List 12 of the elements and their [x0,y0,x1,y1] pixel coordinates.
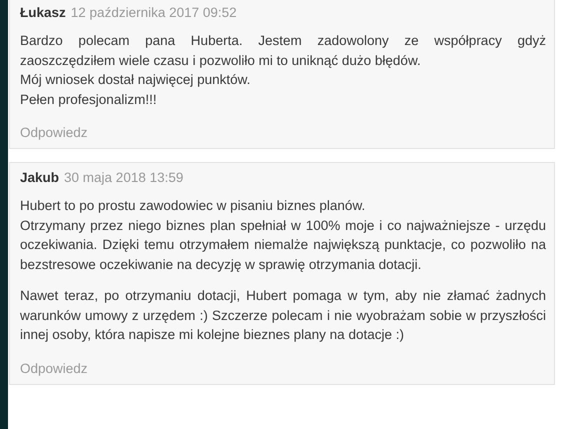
reply-link[interactable]: Odpowiedz [20,360,88,376]
comment-text: Otrzymany przez niego biznes plan spełniał w 100% moje i co najważniejsze - urzędu oczekiwania. Dzięki temu otrzymałem niemalże największą punktacje, co pozwoliło na bezstresowe oczekiwanie na decyzję w sprawię otrzymania dotacji. [20,216,546,274]
comment-author: Jakub [20,169,60,187]
comment-date: 30 maja 2018 13:59 [64,169,184,187]
comment-text: Pełen profesjonalizm!!! [20,90,158,109]
comment-text: Hubert to po prostu zawodowiec w pisaniu biznes planów. [20,197,366,215]
comment-text: Bardzo polecam pana Huberta. Jestem zadowolony ze współpracy gdyż zaoszczędziłem wiele czasu i pozwoliło mi to uniknąć dużo błędów. [20,32,546,70]
comment-text: Nawet teraz, po otrzymaniu dotacji, Hubert pomaga w tym, aby nie złamać żadnych warunków umowy z urzędem :) Szczerze polecam i nie wyobrażam sobie w przyszłości innej osoby, która napisze mi kolejne bieznes plany na dotacje :) [20,287,546,344]
comment-author: Łukasz [20,4,66,22]
comment-date: 12 października 2017 09:52 [70,4,237,22]
reply-link[interactable]: Odpowiedz [20,125,88,140]
comment-text: Mój wniosek dostał najwięcej punktów. [20,71,252,89]
